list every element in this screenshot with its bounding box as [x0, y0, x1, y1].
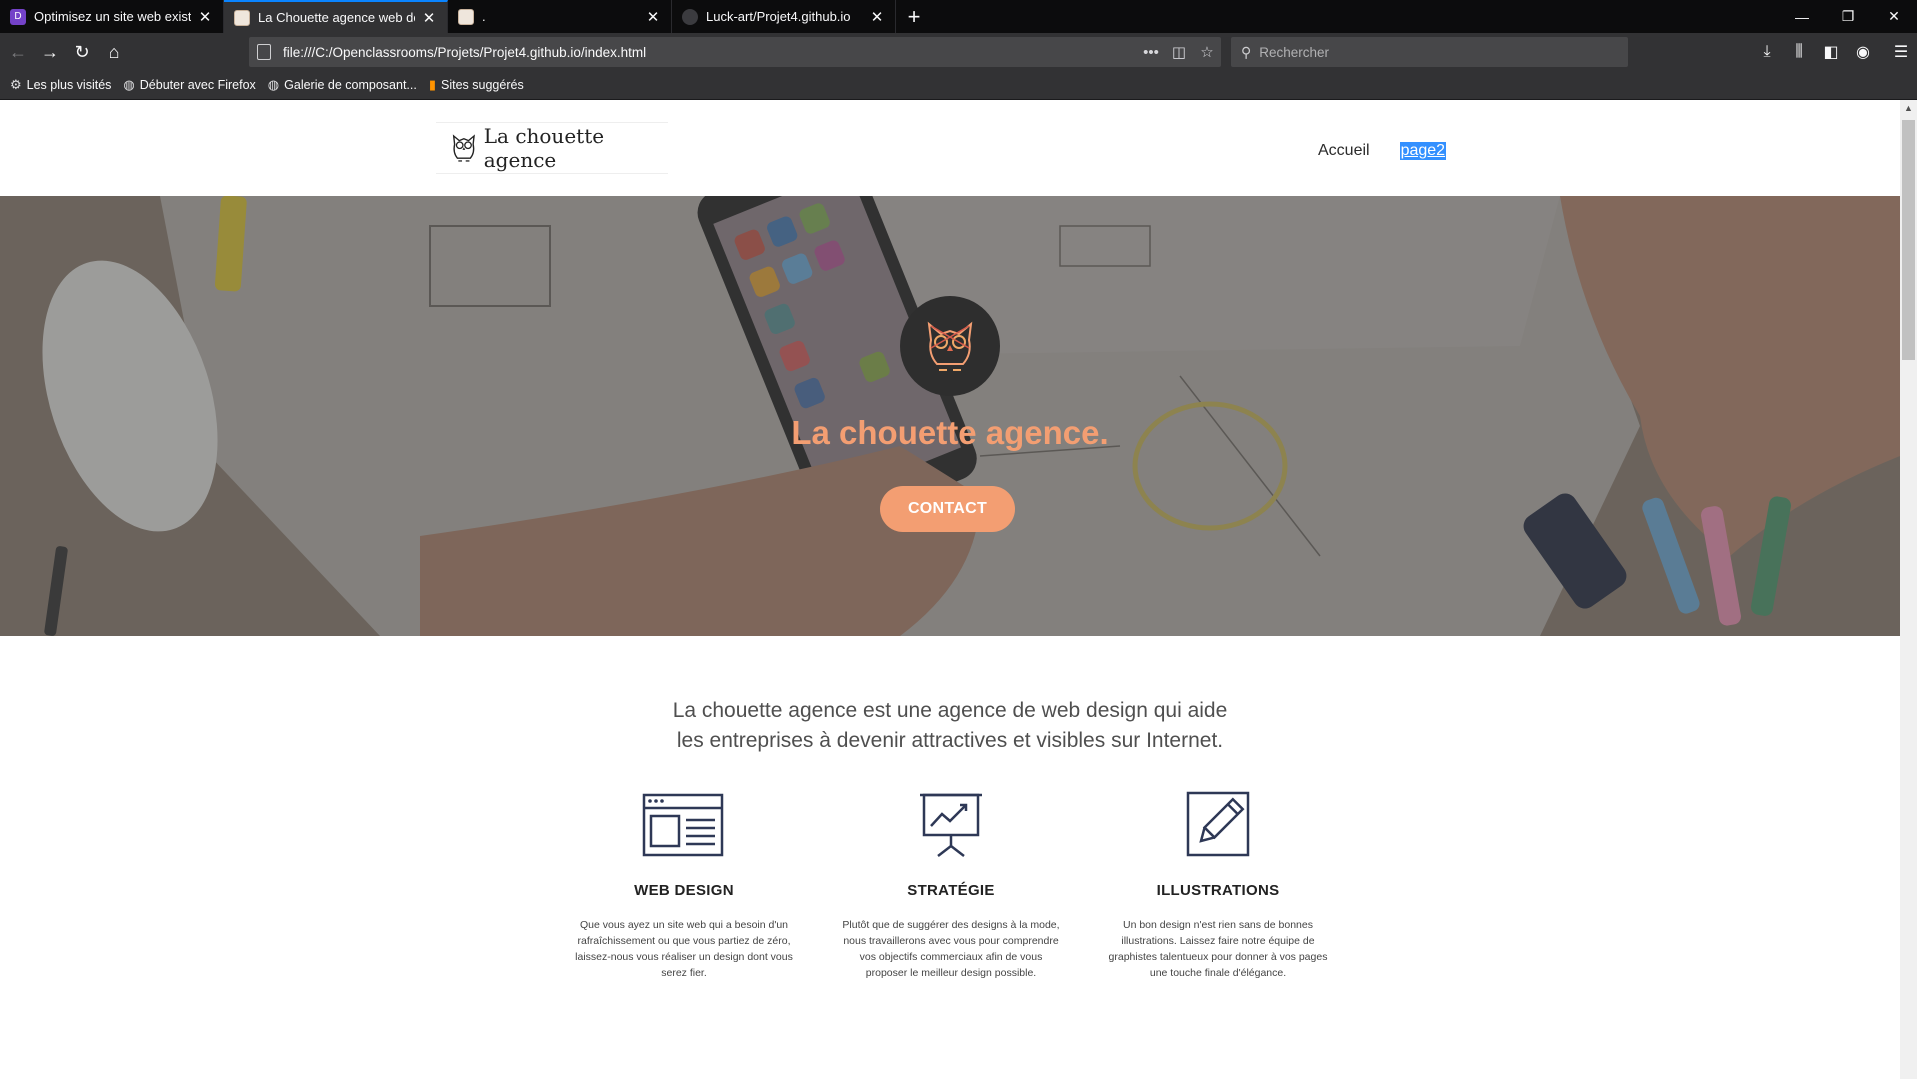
menu-item-page2[interactable]: page2: [1399, 142, 1447, 160]
page-icon: [257, 44, 271, 60]
service-title: STRATÉGIE: [907, 882, 995, 899]
reload-icon[interactable]: ↻: [66, 37, 98, 67]
pocket-icon[interactable]: ◫: [1165, 43, 1193, 61]
intro-line: les entreprises à devenir attractives et…: [676, 729, 1224, 752]
back-arrow-icon[interactable]: ←: [2, 37, 34, 67]
search-placeholder: Rechercher: [1259, 44, 1330, 60]
account-icon[interactable]: ◉: [1847, 42, 1879, 62]
navigation-toolbar: ← → ↻ ⌂ file:///C:/Openclassrooms/Projet…: [0, 33, 1917, 71]
hero-title: La chouette agence.: [791, 414, 1109, 451]
bookmark-star-icon[interactable]: ☆: [1193, 43, 1221, 61]
bookmark-getting-started[interactable]: ◍ Débuter avec Firefox: [123, 77, 255, 93]
tab-title: .: [482, 9, 486, 24]
close-window-icon[interactable]: ✕: [1871, 0, 1917, 33]
service-description: Un bon design n'est rien sans de bonnes …: [1098, 917, 1338, 981]
suggested-sites-icon: ▮: [428, 77, 437, 92]
scroll-up-icon[interactable]: ▲: [1900, 100, 1917, 117]
github-icon: [682, 8, 698, 25]
service-description: Plutôt que de suggérer des designs à la …: [831, 917, 1071, 981]
globe-icon: ◍: [267, 77, 280, 92]
close-tab-icon[interactable]: ✕: [645, 8, 661, 26]
minimize-icon[interactable]: —: [1779, 0, 1825, 33]
description-line: rafraîchissement ou que vous partiez de …: [577, 935, 791, 947]
owl-badge-icon: [927, 321, 973, 371]
bookmark-most-visited[interactable]: ⚙ Les plus visités: [10, 77, 111, 93]
description-line: nous travaillerons avec vous pour compre…: [843, 935, 1059, 947]
toolbar-right: ⤓ ⫼ ◧ ◉ ☰: [1751, 33, 1917, 71]
owl-favicon-icon: [234, 9, 250, 26]
close-tab-icon[interactable]: ✕: [869, 8, 885, 26]
description-line: graphistes talentueux pour donner à vos …: [1108, 951, 1328, 963]
tab-github[interactable]: Luck-art/Projet4.github.io ✕: [672, 0, 896, 33]
description-line: laissez-nous vous réaliser un design don…: [575, 951, 793, 963]
owl-logo-icon: [452, 134, 475, 162]
new-tab-button[interactable]: +: [896, 0, 932, 33]
tab-bar: D Optimisez un site web existant ✕ La Ch…: [0, 0, 1917, 33]
contact-button[interactable]: CONTACT: [880, 486, 1015, 532]
restore-icon[interactable]: ❐: [1825, 0, 1871, 33]
forward-arrow-icon[interactable]: →: [34, 37, 66, 67]
home-icon[interactable]: ⌂: [98, 37, 130, 67]
page-actions-icon[interactable]: •••: [1137, 44, 1165, 61]
logo-text: La chouette agence: [483, 124, 605, 172]
description-line: serez fier.: [661, 967, 707, 979]
hero-banner: La chouette agence. CONTACT: [0, 196, 1900, 636]
bookmark-label: Galerie de composant...: [284, 78, 417, 92]
globe-icon: ◍: [123, 77, 135, 92]
hero-owl-badge: [900, 296, 1000, 396]
library-icon[interactable]: ⫼: [1783, 43, 1815, 61]
page-viewport: La chouette agence Accueil page2 La chou…: [0, 100, 1900, 1079]
menu-icon[interactable]: ☰: [1885, 42, 1917, 62]
description-line: proposer le meilleur design possible.: [865, 967, 1037, 979]
web-design-icon: [642, 793, 724, 857]
search-bar[interactable]: ⚲ Rechercher: [1231, 37, 1628, 67]
bookmark-label: Les plus visités: [26, 78, 112, 92]
bookmarks-bar: ⚙ Les plus visités ◍ Débuter avec Firefo…: [0, 71, 1917, 100]
url-bar[interactable]: file:///C:/Openclassrooms/Projets/Projet…: [249, 37, 1221, 67]
service-title: ILLUSTRATIONS: [1156, 882, 1280, 899]
owl-favicon-icon: [458, 8, 474, 25]
bookmark-suggested-sites[interactable]: ▮ Sites suggérés: [429, 77, 524, 93]
illustrations-icon: [1186, 791, 1250, 857]
tab-title: Optimisez un site web existant: [34, 9, 191, 24]
window-controls: — ❐ ✕: [1779, 0, 1917, 33]
tab-chouette-agence[interactable]: La Chouette agence web design ✕: [224, 0, 448, 33]
description-line: vos objectifs commerciaux afin de vous: [859, 951, 1043, 963]
main-menu: Accueil page2: [1318, 142, 1447, 160]
site-logo[interactable]: La chouette agence: [436, 122, 668, 174]
description-line: une touche finale d'élégance.: [1149, 967, 1287, 979]
page-scrollbar[interactable]: ▲: [1900, 100, 1917, 1079]
service-strategy: STRATÉGIE Plutôt que de suggérer des des…: [831, 790, 1071, 981]
service-web-design: WEB DESIGN Que vous ayez un site web qui…: [564, 790, 804, 981]
intro-line: La chouette agence est une agence de web…: [672, 699, 1228, 722]
close-tab-icon[interactable]: ✕: [421, 9, 437, 27]
description-line: Un bon design n'est rien sans de bonnes: [1123, 919, 1313, 931]
description-line: Que vous ayez un site web qui a besoin d…: [579, 919, 789, 931]
tab-dot[interactable]: . ✕: [448, 0, 672, 33]
tab-title: Luck-art/Projet4.github.io: [706, 9, 851, 24]
url-text[interactable]: file:///C:/Openclassrooms/Projets/Projet…: [283, 45, 1137, 60]
scrollbar-thumb[interactable]: [1902, 120, 1915, 360]
bookmark-label: Sites suggérés: [441, 78, 524, 92]
download-icon[interactable]: ⤓: [1751, 43, 1783, 61]
intro-text: La chouette agence est une agence de web…: [0, 696, 1900, 756]
description-line: Plutôt que de suggérer des designs à la …: [842, 919, 1060, 931]
openclassrooms-icon: D: [10, 8, 26, 25]
service-title: WEB DESIGN: [634, 882, 734, 899]
service-illustrations: ILLUSTRATIONS Un bon design n'est rien s…: [1098, 790, 1338, 981]
close-tab-icon[interactable]: ✕: [197, 8, 213, 26]
search-icon: ⚲: [1241, 43, 1252, 60]
strategy-icon: [920, 793, 982, 857]
tab-title: La Chouette agence web design: [258, 10, 415, 25]
service-description: Que vous ayez un site web qui a besoin d…: [564, 917, 804, 981]
site-header: La chouette agence Accueil page2: [0, 100, 1900, 196]
description-line: illustrations. Laissez faire notre équip…: [1121, 935, 1315, 947]
gear-icon: ⚙: [10, 77, 22, 92]
bookmark-label: Débuter avec Firefox: [139, 78, 256, 92]
bookmark-components[interactable]: ◍ Galerie de composant...: [268, 77, 417, 93]
menu-item-accueil[interactable]: Accueil: [1318, 142, 1370, 160]
tab-openclassrooms[interactable]: D Optimisez un site web existant ✕: [0, 0, 224, 33]
sidebar-icon[interactable]: ◧: [1815, 42, 1847, 62]
